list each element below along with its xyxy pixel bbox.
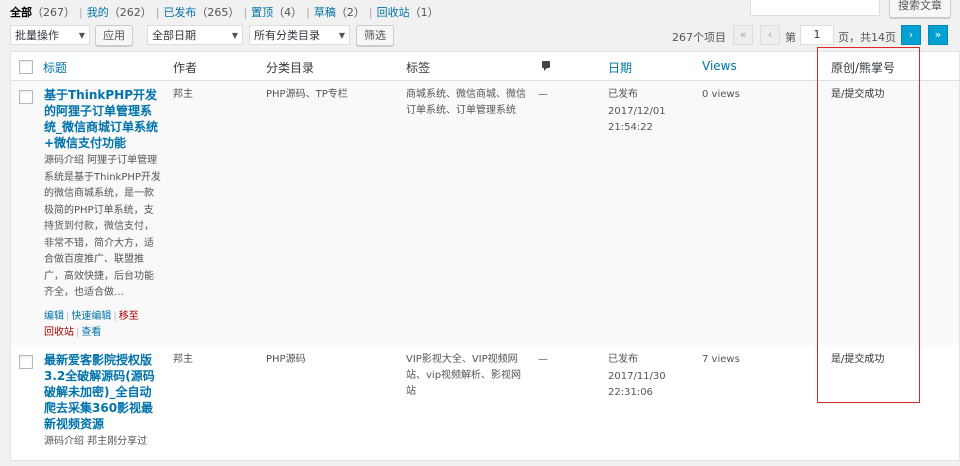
- dropdown-arrow-icon: ▼: [78, 31, 85, 40]
- category-filter-select[interactable]: 所有分类目录 ▼: [249, 25, 350, 45]
- trash-link[interactable]: 移至: [119, 311, 139, 322]
- post-date: 已发布 2017/11/30 22:31:06: [608, 352, 666, 402]
- filter-published-count: （265）: [196, 6, 240, 19]
- category-filter-value: 所有分类目录: [254, 29, 320, 42]
- page-total: 页，共14页: [838, 31, 896, 44]
- post-title-link[interactable]: 最新爱客影院授权版3.2全破解源码(源码破解未加密)_全自动爬去采集360影视最…: [44, 352, 162, 432]
- post-views: 7 views: [702, 354, 740, 365]
- filter-trash[interactable]: 回收站: [377, 6, 410, 19]
- post-date-time: 22:31:06: [608, 387, 653, 398]
- post-title-link[interactable]: 基于ThinkPHP开发的阿狸子订单管理系统_微信商城订单系统+微信支付功能: [44, 87, 162, 151]
- row-actions: 编辑 | 快速编辑 | 移至 回收站 | 查看: [44, 311, 139, 338]
- filter-sticky[interactable]: 置顶: [251, 6, 273, 19]
- post-excerpt: 源码介绍 阿狸子订单管理系统是基于ThinkPHP开发的微信商城系统，是一款极简…: [44, 155, 161, 298]
- bulk-action-select[interactable]: 批量操作 ▼: [10, 25, 90, 45]
- post-date-day: 2017/11/30: [608, 370, 666, 382]
- post-date-time: 21:54:22: [608, 122, 653, 133]
- row-checkbox[interactable]: [19, 355, 33, 369]
- post-tags[interactable]: VIP影视大全、VIP视频网站、vip视频解析、影视网站: [406, 352, 526, 400]
- dropdown-arrow-icon: ▼: [338, 31, 345, 40]
- post-comments: —: [538, 89, 548, 100]
- filter-draft[interactable]: 草稿: [314, 6, 336, 19]
- filter-published[interactable]: 已发布: [163, 6, 196, 19]
- bulk-action-value: 批量操作: [15, 29, 59, 42]
- column-date[interactable]: 日期: [608, 59, 632, 76]
- column-tags: 标签: [406, 61, 431, 75]
- column-views[interactable]: Views: [702, 59, 737, 73]
- highlight-annotation-box: [817, 47, 920, 403]
- date-filter-value: 全部日期: [152, 29, 196, 42]
- date-filter-select[interactable]: 全部日期 ▼: [147, 25, 243, 45]
- row-checkbox[interactable]: [19, 90, 33, 104]
- post-excerpt: 源码介绍 邦主刚分享过: [44, 436, 148, 447]
- column-author: 作者: [173, 61, 198, 75]
- filter-all[interactable]: 全部: [10, 6, 32, 19]
- comment-bubble-icon[interactable]: [542, 61, 550, 71]
- filter-mine-count: （262）: [108, 6, 152, 19]
- post-status: 已发布: [608, 354, 638, 365]
- column-categories: 分类目录: [266, 61, 315, 75]
- select-all-checkbox[interactable]: [19, 60, 33, 74]
- post-status: 已发布: [608, 89, 638, 100]
- filter-button[interactable]: 筛选: [356, 25, 394, 46]
- post-date: 已发布 2017/12/01 21:54:22: [608, 87, 666, 137]
- filter-draft-count: （2）: [335, 6, 365, 19]
- column-title[interactable]: 标题: [43, 59, 67, 76]
- view-link[interactable]: 查看: [81, 327, 101, 338]
- items-count: 267个项目: [672, 31, 726, 44]
- search-button[interactable]: 搜索文章: [889, 0, 951, 18]
- filter-trash-count: （1）: [409, 6, 439, 19]
- post-categories[interactable]: PHP源码、TP专栏: [266, 87, 396, 103]
- post-author[interactable]: 邦主: [173, 87, 193, 103]
- next-page-button[interactable]: ›: [901, 25, 921, 45]
- trash-link-cont[interactable]: 回收站: [44, 327, 74, 338]
- post-author[interactable]: 邦主: [173, 352, 193, 368]
- filter-all-count: （267）: [32, 6, 75, 19]
- search-input[interactable]: [750, 0, 880, 16]
- dropdown-arrow-icon: ▼: [231, 31, 238, 40]
- post-comments: —: [538, 354, 548, 365]
- post-categories[interactable]: PHP源码: [266, 352, 396, 368]
- filter-mine[interactable]: 我的: [87, 6, 109, 19]
- post-views: 0 views: [702, 89, 740, 100]
- current-page-input[interactable]: 1: [800, 25, 834, 45]
- page-prefix: 第: [785, 31, 796, 44]
- last-page-button[interactable]: »: [928, 25, 948, 45]
- edit-link[interactable]: 编辑: [44, 311, 64, 322]
- first-page-button[interactable]: «: [733, 25, 753, 45]
- filter-sticky-count: （4）: [273, 6, 303, 19]
- post-date-day: 2017/12/01: [608, 105, 666, 117]
- post-tags[interactable]: 商城系统、微信商城、微信订单系统、订单管理系统: [406, 87, 526, 119]
- quick-edit-link[interactable]: 快速编辑: [71, 311, 111, 322]
- status-filters: 全部（267） | 我的（262） | 已发布（265） | 置顶（4） | 草稿（2） | 回收站…: [10, 6, 439, 19]
- apply-button[interactable]: 应用: [95, 25, 133, 46]
- prev-page-button[interactable]: ‹: [760, 25, 780, 45]
